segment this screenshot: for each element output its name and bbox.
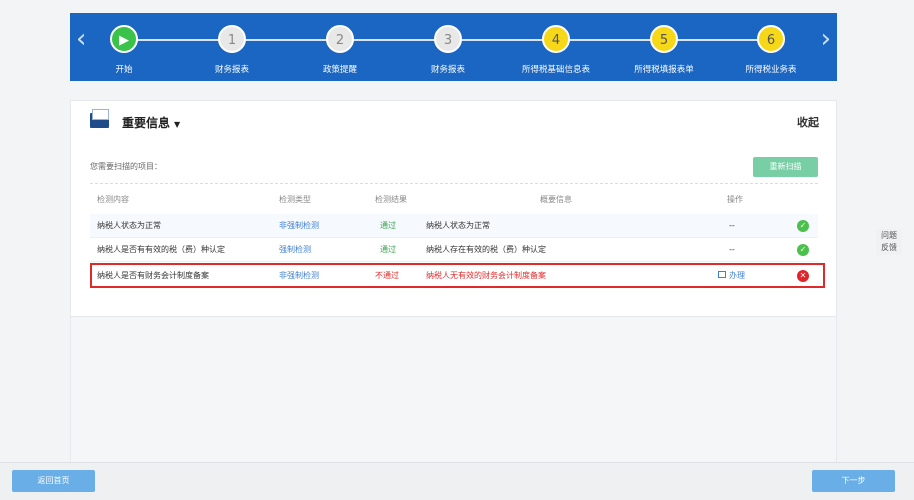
footer-bar: 返回首页 下一步	[0, 462, 914, 500]
check-icon: ✓	[797, 243, 809, 256]
step-label: 财务报表	[430, 65, 465, 75]
check-icon: ✓	[797, 219, 809, 232]
row-type[interactable]: 非强制检测	[279, 214, 319, 238]
step-circle: ▶	[110, 25, 138, 53]
row-item: 纳税人是否有财务会计制度备案	[97, 271, 209, 280]
rescan-button[interactable]: 重新扫描	[753, 157, 818, 177]
feedback-button[interactable]: 问题 反馈	[876, 229, 902, 255]
panel-header: 重要信息 ▼ 收起	[71, 101, 836, 141]
mail-icon	[90, 109, 109, 128]
row-result: 通过	[380, 245, 396, 254]
progress-stepper: ‹ › ▶ 开始 1 财务报表 2 政策提醒 3 财务报表 4 所得税基础信息表 5 所得税…	[70, 13, 837, 81]
panel-title-text: 重要信息	[122, 116, 171, 130]
step-label: 财务报表	[214, 65, 249, 75]
col-header: 检测结果	[375, 195, 407, 204]
row-summary: 纳税人存在有效的税（费）种认定	[426, 245, 546, 254]
table-row-failed: 纳税人是否有财务会计制度备案 非强制检测 不通过 纳税人无有效的财务会计制度备案…	[90, 263, 825, 288]
row-action: --	[729, 221, 735, 230]
feedback-text: 反馈	[881, 243, 897, 252]
divider	[90, 183, 818, 184]
step-2[interactable]: 2 政策提醒	[295, 25, 385, 75]
panel-title[interactable]: 重要信息 ▼	[122, 114, 180, 131]
step-circle: 2	[326, 25, 354, 53]
collapse-button[interactable]: 收起	[797, 114, 819, 130]
step-circle: 1	[218, 25, 246, 53]
col-header: 概要信息	[540, 195, 572, 204]
row-result: 不通过	[375, 271, 399, 280]
step-circle: 5	[650, 25, 678, 53]
col-header: 检测内容	[97, 195, 129, 204]
error-icon: ✕	[797, 269, 809, 282]
step-label: 所得税填报表单	[634, 65, 694, 75]
clipboard-icon	[718, 271, 726, 278]
row-summary: 纳税人无有效的财务会计制度备案	[426, 271, 546, 280]
step-4[interactable]: 4 所得税基础信息表	[511, 25, 601, 75]
row-action: --	[729, 245, 735, 254]
step-label: 所得税基础信息表	[521, 65, 590, 75]
row-type[interactable]: 强制检测	[279, 238, 311, 262]
step-label: 所得税业务表	[745, 65, 797, 75]
handle-link-text: 办理	[729, 271, 745, 280]
row-item: 纳税人状态为正常	[97, 221, 161, 230]
row-type[interactable]: 非强制检测	[279, 265, 319, 286]
step-start[interactable]: ▶ 开始	[79, 25, 169, 75]
scan-subtitle: 您需要扫描的项目：	[90, 162, 162, 171]
table-row: 纳税人状态为正常 非强制检测 通过 纳税人状态为正常 -- ✓	[90, 214, 818, 238]
handle-link[interactable]: 办理	[718, 265, 745, 286]
step-5[interactable]: 5 所得税填报表单	[619, 25, 709, 75]
step-circle: 3	[434, 25, 462, 53]
col-header: 操作	[727, 195, 743, 204]
row-item: 纳税人是否有有效的税（费）种认定	[97, 245, 225, 254]
step-label: 开始	[115, 65, 133, 75]
table-header: 检测内容 检测类型 检测结果 概要信息 操作	[90, 191, 818, 209]
content-area	[70, 317, 837, 462]
feedback-text: 问题	[881, 231, 897, 240]
caret-down-icon: ▼	[174, 120, 181, 129]
step-circle: 4	[542, 25, 570, 53]
step-3[interactable]: 3 财务报表	[403, 25, 493, 75]
col-header: 检测类型	[279, 195, 311, 204]
back-home-button[interactable]: 返回首页	[12, 470, 95, 492]
step-1[interactable]: 1 财务报表	[187, 25, 277, 75]
important-info-panel: 重要信息 ▼ 收起 您需要扫描的项目： 重新扫描 检测内容 检测类型 检测结果 概…	[70, 100, 837, 317]
step-label: 政策提醒	[322, 65, 357, 75]
next-step-button[interactable]: 下一步	[812, 470, 895, 492]
step-6[interactable]: 6 所得税业务表	[726, 25, 816, 75]
next-arrow-icon[interactable]: ›	[821, 26, 831, 52]
row-result: 通过	[380, 221, 396, 230]
row-summary: 纳税人状态为正常	[426, 221, 490, 230]
step-circle: 6	[757, 25, 785, 53]
table-row: 纳税人是否有有效的税（费）种认定 强制检测 通过 纳税人存在有效的税（费）种认定…	[90, 238, 818, 262]
